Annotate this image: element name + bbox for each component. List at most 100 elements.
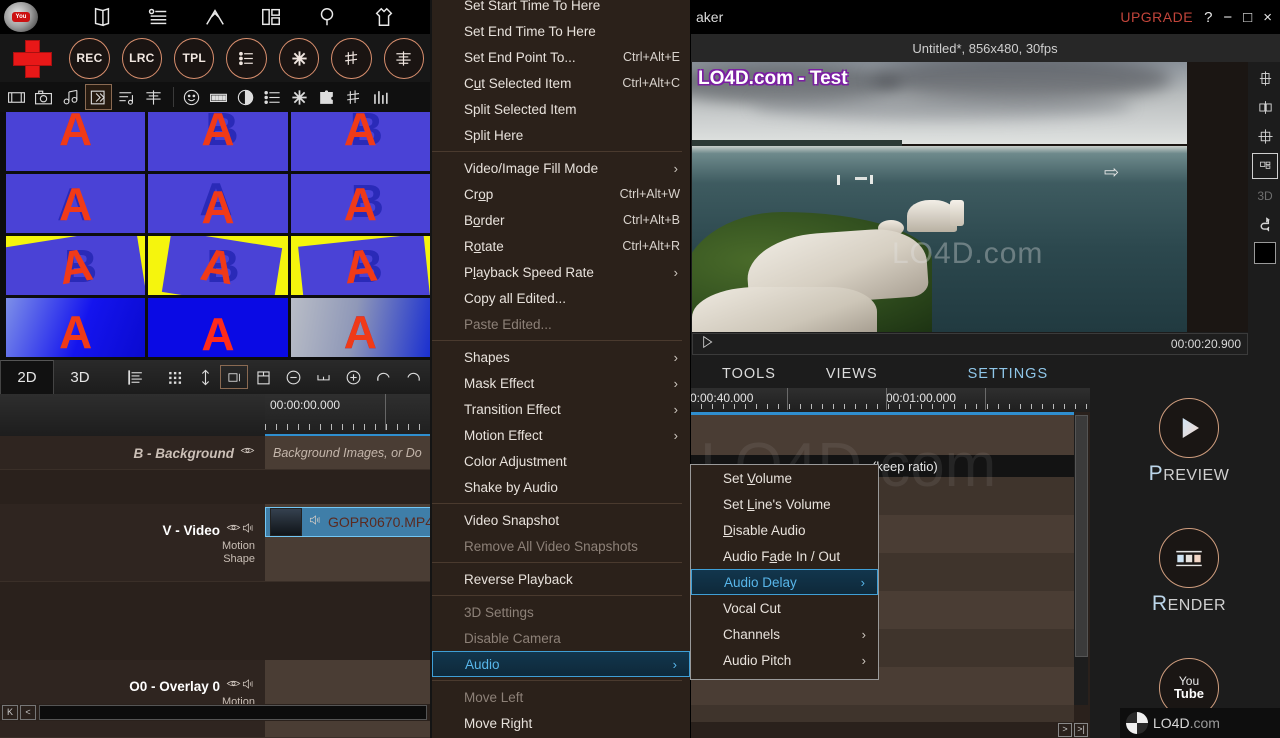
- thumbnail-item[interactable]: BA: [290, 112, 430, 171]
- menu-item-rotate[interactable]: Rotate Ctrl+Alt+R: [432, 233, 690, 259]
- playlist-icon[interactable]: [114, 85, 139, 109]
- menu-item-crop[interactable]: Crop Ctrl+Alt+W: [432, 181, 690, 207]
- color-swatch[interactable]: [1254, 242, 1276, 264]
- close-button[interactable]: ×: [1263, 9, 1272, 26]
- submenu-item-vocal-cut[interactable]: Vocal Cut: [691, 595, 878, 621]
- flip-icon[interactable]: [1253, 213, 1277, 237]
- tab-3d[interactable]: 3D: [54, 361, 106, 394]
- menu-item-cut-selected-item[interactable]: Cut Selected Item Ctrl+Alt+C: [432, 70, 690, 96]
- tab-views[interactable]: VIEWS: [826, 366, 878, 382]
- mute-speaker-icon[interactable]: [241, 522, 255, 539]
- submenu-item-set-volume[interactable]: Set Volume: [691, 465, 878, 491]
- submenu-item-audio-delay[interactable]: Audio Delay ›: [691, 569, 878, 595]
- help-button[interactable]: ?: [1204, 9, 1212, 26]
- menu-item-audio[interactable]: Audio ›: [432, 651, 690, 677]
- undo-icon[interactable]: [368, 362, 398, 392]
- video-preview[interactable]: LO4D.com - Test LO4D.com: [692, 62, 1248, 332]
- effects-icon[interactable]: [200, 2, 230, 32]
- expand-arrow-icon[interactable]: ⇨: [1104, 162, 1119, 183]
- track-row-video[interactable]: V - Video Motion Shape GOPR0670.MP4: [0, 504, 430, 582]
- lyrics-button[interactable]: LRC: [121, 37, 163, 79]
- minimize-button[interactable]: −: [1223, 9, 1232, 26]
- video-icon[interactable]: [85, 84, 112, 110]
- tab-tools[interactable]: TOOLS: [722, 366, 776, 382]
- timeline-clip-video[interactable]: GOPR0670.MP4: [265, 507, 430, 537]
- scrollbar-track[interactable]: [39, 705, 427, 720]
- menu-item-transition-effect[interactable]: Transition Effect ›: [432, 396, 690, 422]
- menu-item-playback-speed-rate[interactable]: Playback Speed Rate ›: [432, 259, 690, 285]
- submenu-item-disable-audio[interactable]: Disable Audio: [691, 517, 878, 543]
- menu-item-move-right[interactable]: Move Right: [432, 710, 690, 736]
- track-row-overlay0[interactable]: + O0 - Overlay 0MotionShape: [0, 660, 430, 738]
- menu-item-set-start-time-to-here[interactable]: Set Start Time To Here: [432, 0, 690, 18]
- track-row-background[interactable]: B - Background Background Images, or Do: [0, 436, 430, 470]
- effect-button[interactable]: [278, 37, 320, 79]
- equalizer-icon[interactable]: [141, 85, 166, 109]
- bullet-list-icon[interactable]: [260, 85, 285, 109]
- vertical-scrollbar[interactable]: [1074, 415, 1088, 705]
- menu-item-mask-effect[interactable]: Mask Effect ›: [432, 370, 690, 396]
- menu-item-reverse-playback[interactable]: Reverse Playback: [432, 566, 690, 592]
- mute-speaker-icon[interactable]: [241, 678, 255, 695]
- menu-item-set-end-time-to-here[interactable]: Set End Time To Here: [432, 18, 690, 44]
- list-button[interactable]: [226, 37, 267, 79]
- photo-icon[interactable]: [31, 85, 56, 109]
- menu-item-border[interactable]: Border Ctrl+Alt+B: [432, 207, 690, 233]
- zoom-out-icon[interactable]: [278, 362, 308, 392]
- align-lines-icon[interactable]: [120, 362, 150, 392]
- submenu-item-audio-fade-in-out[interactable]: Audio Fade In / Out: [691, 543, 878, 569]
- music-icon[interactable]: [58, 85, 83, 109]
- contrast-icon[interactable]: [233, 85, 258, 109]
- grid-corner-icon[interactable]: [1252, 153, 1278, 179]
- upgrade-button[interactable]: UPGRADE: [1120, 9, 1193, 25]
- grid-split-icon[interactable]: [1253, 95, 1277, 119]
- scroll-next-button[interactable]: >: [1058, 723, 1072, 737]
- play-icon[interactable]: [699, 334, 715, 355]
- submenu-item-channels[interactable]: Channels ›: [691, 621, 878, 647]
- layout-icon[interactable]: [256, 2, 286, 32]
- timeline-ruler-right[interactable]: 0:00:40.000 00:01:00.000: [690, 388, 1090, 412]
- thumbnail-item[interactable]: BA: [148, 112, 288, 171]
- mixer-button[interactable]: [383, 37, 425, 79]
- menu-item-copy-all-edited[interactable]: Copy all Edited...: [432, 285, 690, 311]
- preview-playback-bar[interactable]: 00:00:20.900: [692, 333, 1248, 355]
- visibility-eye-icon[interactable]: [226, 520, 241, 540]
- open-project-icon[interactable]: [87, 2, 117, 32]
- add-media-button[interactable]: [10, 38, 55, 78]
- menu-item-motion-effect[interactable]: Motion Effect ›: [432, 422, 690, 448]
- tab-2d[interactable]: 2D: [0, 360, 54, 394]
- thumbnail-item[interactable]: AA: [6, 112, 146, 171]
- note-button[interactable]: [331, 37, 372, 79]
- scroll-to-start-button[interactable]: K: [2, 705, 18, 720]
- thumbnail-item[interactable]: A: [148, 298, 288, 357]
- timeline-ruler-left[interactable]: 00:00:00.000: [0, 394, 430, 436]
- thumbnail-item[interactable]: BA: [148, 236, 288, 295]
- tab-settings[interactable]: SETTINGS: [968, 366, 1049, 382]
- menu-item-split-selected-item[interactable]: Split Selected Item: [432, 96, 690, 122]
- scroll-prev-button[interactable]: <: [20, 705, 36, 720]
- menu-item-split-here[interactable]: Split Here: [432, 122, 690, 148]
- redo-icon[interactable]: [398, 362, 428, 392]
- menu-item-video-snapshot[interactable]: Video Snapshot: [432, 507, 690, 533]
- template-button[interactable]: TPL: [174, 37, 215, 79]
- render-action-button[interactable]: RENDER: [1098, 528, 1280, 616]
- preview-action-button[interactable]: PREVIEW: [1098, 398, 1280, 486]
- menu-item-shapes[interactable]: Shapes ›: [432, 344, 690, 370]
- menu-item-shake-by-audio[interactable]: Shake by Audio: [432, 474, 690, 500]
- media-thumbnail-grid[interactable]: AA BA BA AA AA BA BA BA BA AA A AA: [6, 112, 430, 357]
- scrollbar-thumb[interactable]: [1075, 415, 1088, 657]
- timeline-track-area[interactable]: [690, 705, 1074, 722]
- thumbnail-item[interactable]: BA: [290, 174, 430, 233]
- menu-item-set-end-point-to[interactable]: Set End Point To... Ctrl+Alt+E: [432, 44, 690, 70]
- thumbnail-item[interactable]: AA: [148, 174, 288, 233]
- thumbnail-item[interactable]: BA: [290, 236, 430, 295]
- menu-item-color-adjustment[interactable]: Color Adjustment: [432, 448, 690, 474]
- submenu-item-audio-pitch[interactable]: Audio Pitch ›: [691, 647, 878, 673]
- thumbnail-item[interactable]: BA: [6, 236, 146, 295]
- background-icon[interactable]: [4, 85, 29, 109]
- thumbnail-item[interactable]: AA: [6, 298, 146, 357]
- grid-center-icon[interactable]: [1253, 66, 1277, 90]
- note2-icon[interactable]: [341, 85, 366, 109]
- thumbnail-item[interactable]: AA: [6, 174, 146, 233]
- search-icon[interactable]: [312, 2, 342, 32]
